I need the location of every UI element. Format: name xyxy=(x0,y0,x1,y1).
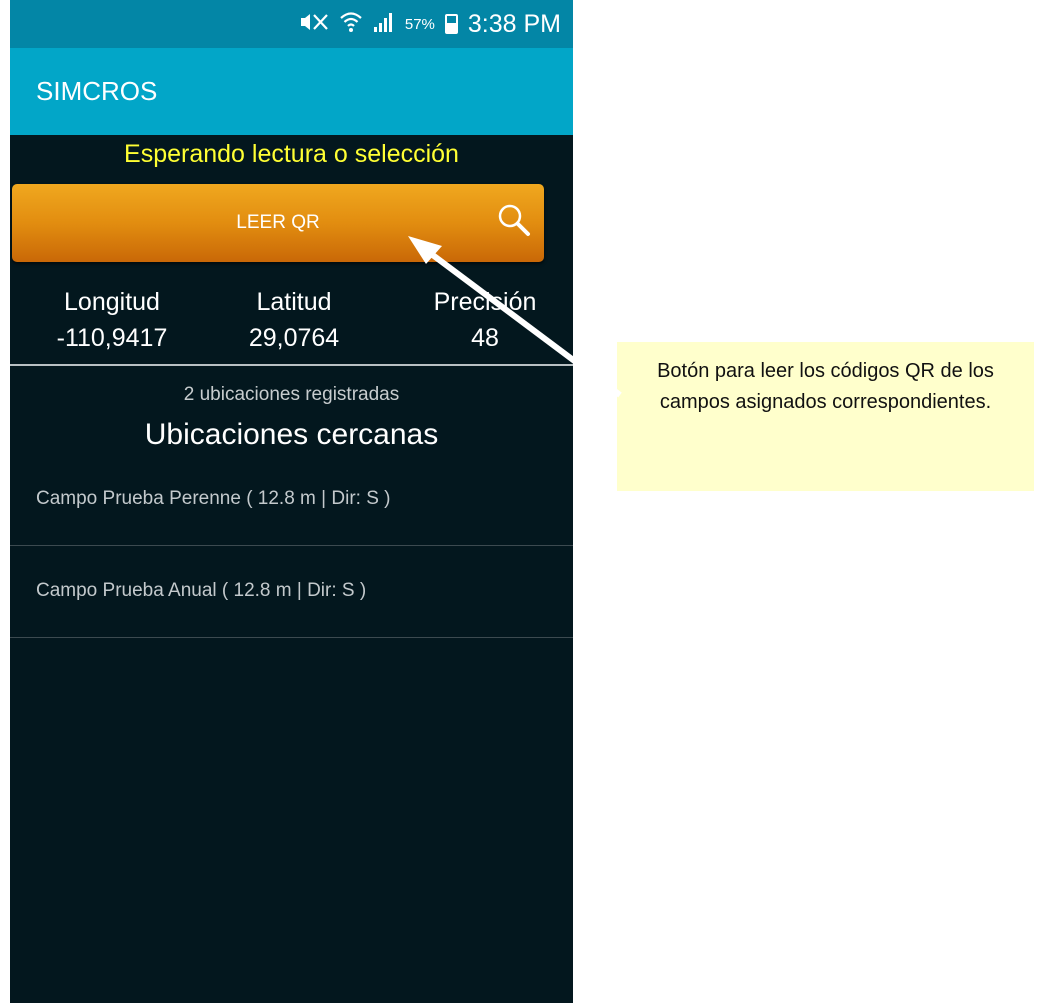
coordinates-divider xyxy=(10,364,573,366)
locations-count: 2 ubicaciones registradas xyxy=(183,384,400,405)
latitude-value: 29,0764 xyxy=(248,324,340,352)
phone-screen: 57% 3:38 PM SIMCROS Esperando lectura o … xyxy=(10,0,573,1003)
app-title: SIMCROS xyxy=(36,76,158,106)
callout-text: Botón para leer los códigos QR de los ca… xyxy=(657,360,994,413)
callout-note: Botón para leer los códigos QR de los ca… xyxy=(617,342,1034,491)
battery-percent: 57% xyxy=(404,15,435,33)
wifi-icon xyxy=(339,11,363,37)
search-icon xyxy=(496,202,532,238)
list-divider xyxy=(10,637,573,638)
longitude-value: -110,9417 xyxy=(56,324,168,352)
longitude-label: Longitud xyxy=(64,288,160,316)
list-divider xyxy=(10,545,573,546)
list-item[interactable]: Campo Prueba Anual ( 12.8 m | Dir: S ) xyxy=(36,580,556,602)
precision-block: Precisión 48 xyxy=(405,284,565,356)
app-bar: SIMCROS xyxy=(10,48,573,135)
list-item[interactable]: Campo Prueba Perenne ( 12.8 m | Dir: S ) xyxy=(36,488,556,510)
read-qr-button[interactable]: LEER QR xyxy=(12,184,544,262)
cell-signal-icon xyxy=(373,12,395,36)
clock: 3:38 PM xyxy=(467,9,561,38)
precision-label: Precisión xyxy=(433,288,537,316)
precision-value: 48 xyxy=(471,324,499,352)
mute-vibrate-icon xyxy=(299,12,329,36)
status-message: Esperando lectura o selección xyxy=(124,140,459,168)
latitude-label: Latitud xyxy=(256,288,332,316)
longitude-block: Longitud -110,9417 xyxy=(32,284,192,356)
battery-icon xyxy=(444,14,458,34)
read-qr-label: LEER QR xyxy=(236,212,320,233)
latitude-block: Latitud 29,0764 xyxy=(214,284,374,356)
locations-title: Ubicaciones cercanas xyxy=(144,418,439,451)
status-bar: 57% 3:38 PM xyxy=(10,0,573,48)
